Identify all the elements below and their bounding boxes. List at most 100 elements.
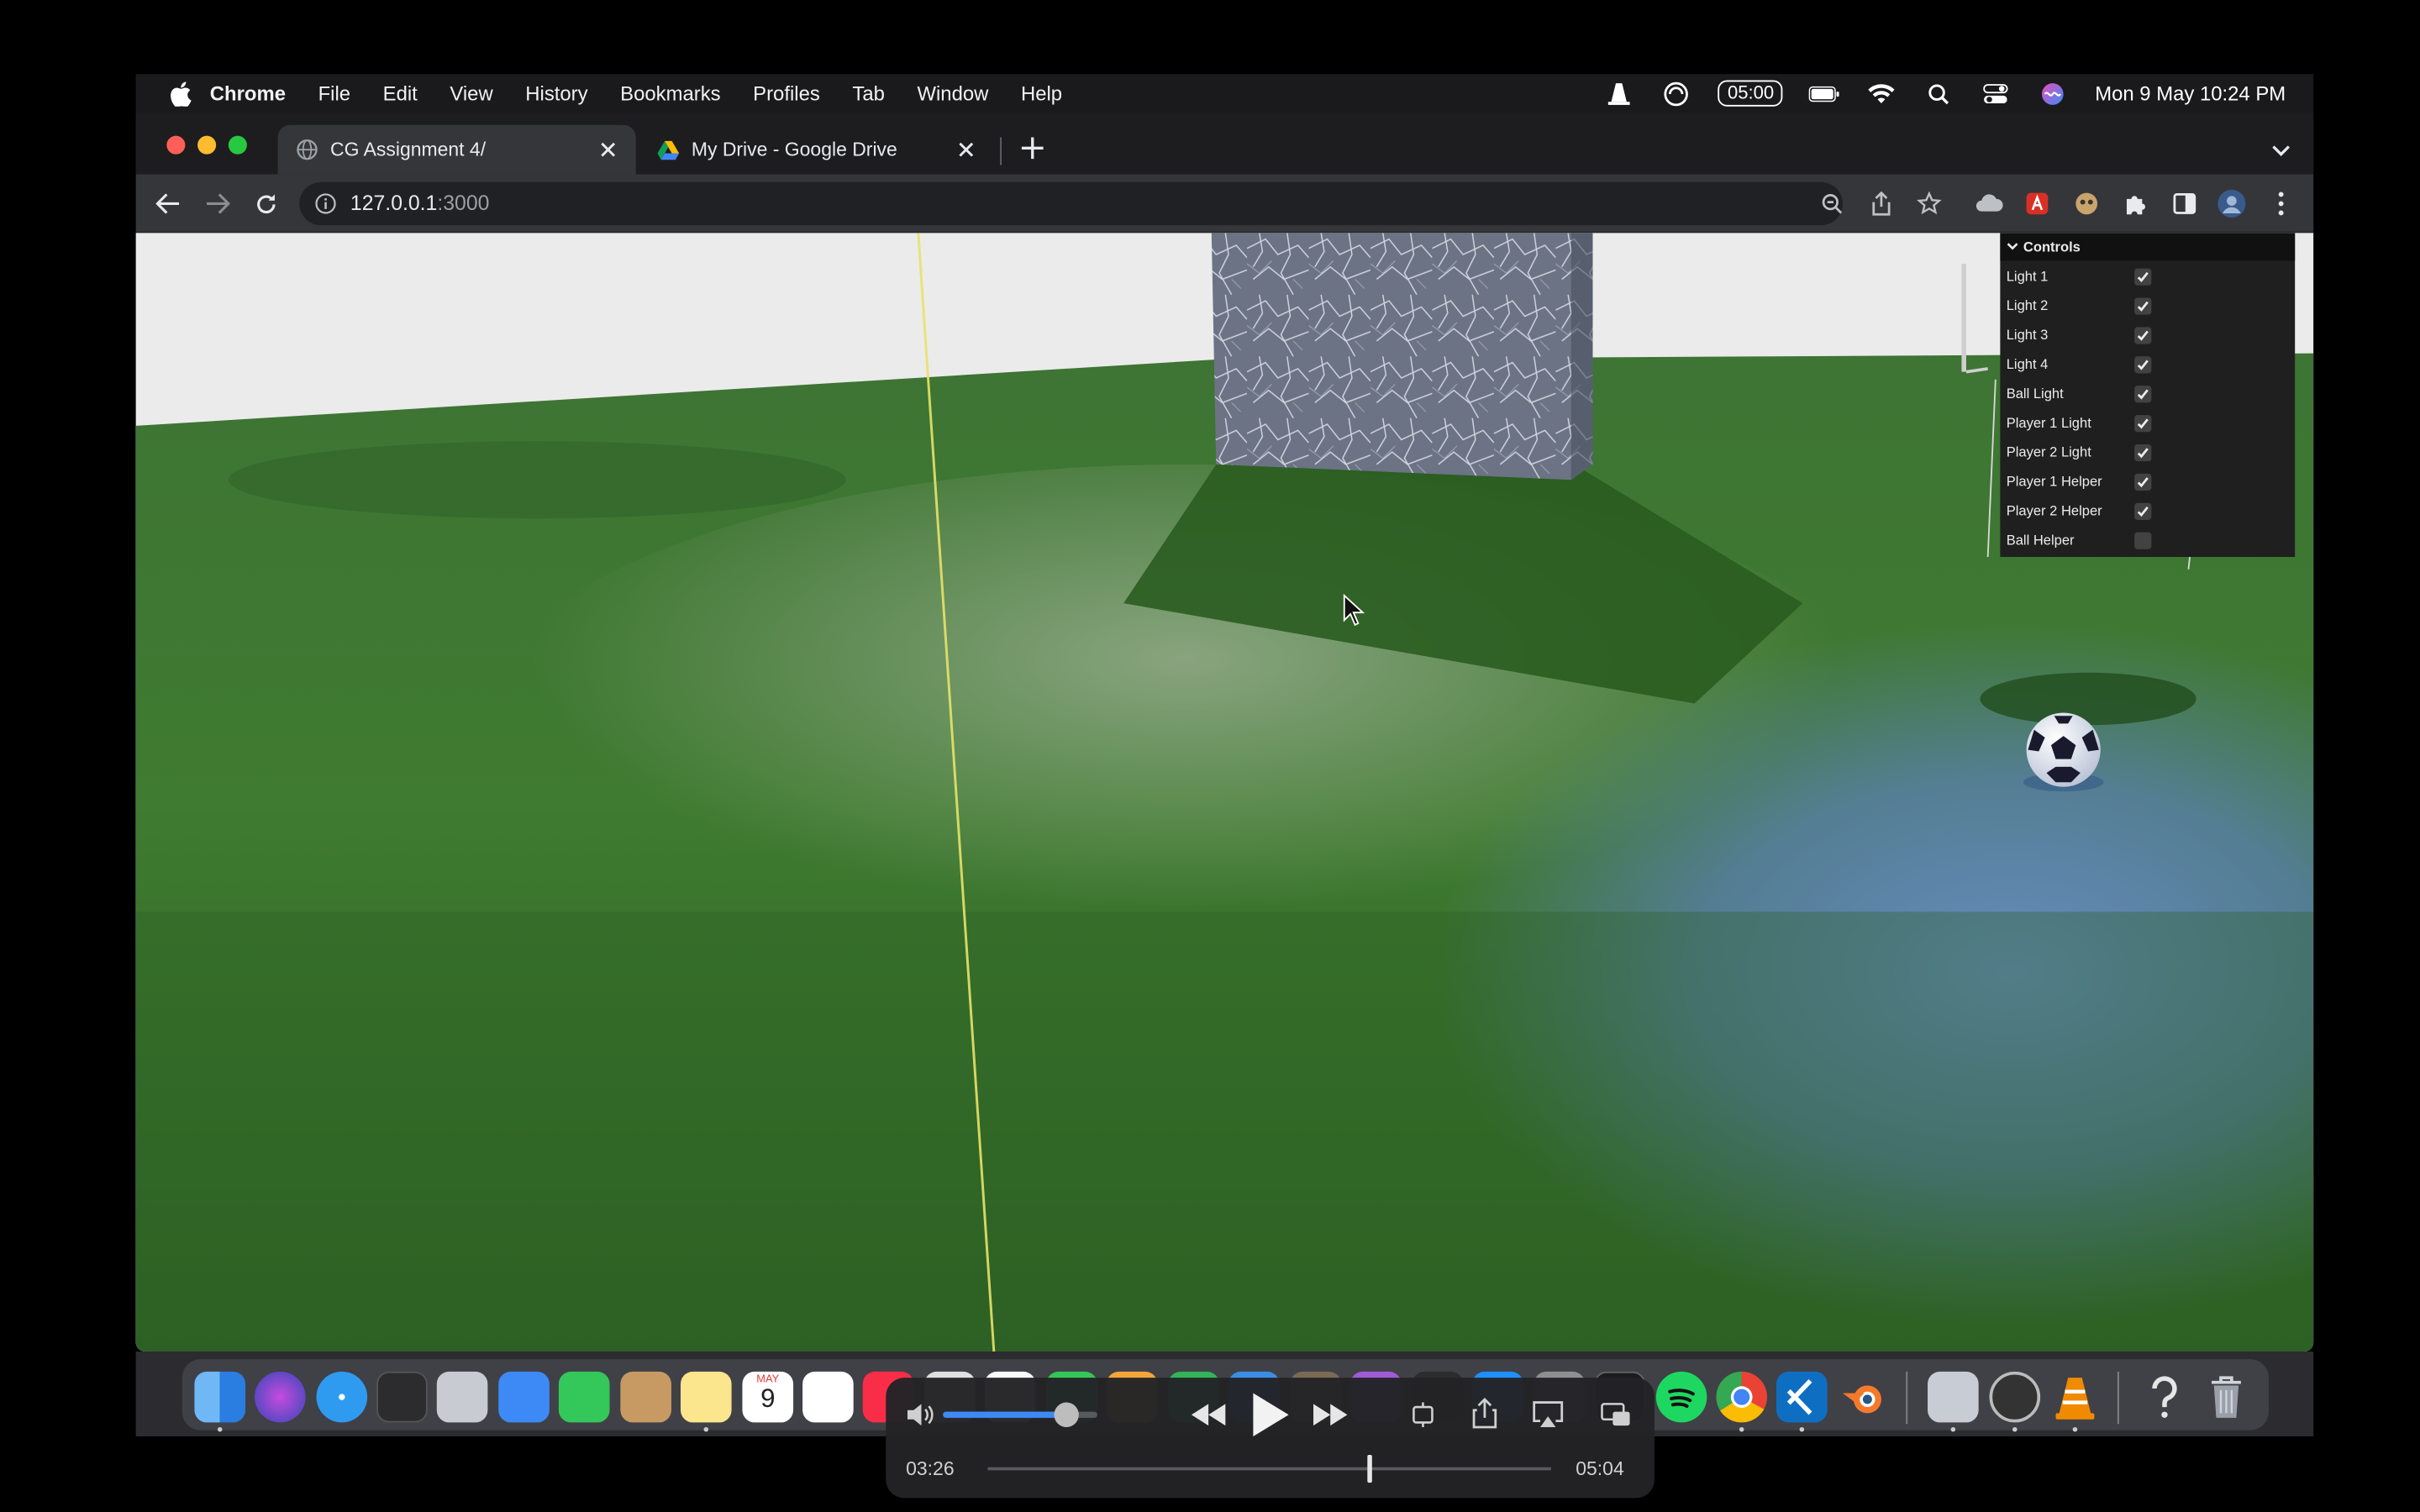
control-light-4[interactable]: Light 4: [2000, 349, 2295, 378]
menu-history[interactable]: History: [525, 81, 587, 105]
checkbox-player-1-helper[interactable]: [2134, 473, 2152, 491]
volume-knob[interactable]: [1054, 1402, 1079, 1427]
extension-red-icon[interactable]: [2023, 190, 2051, 218]
vlc-cone-icon[interactable]: [1604, 81, 1635, 105]
tab-search-chevron-icon[interactable]: [2270, 139, 2292, 157]
calendar-icon[interactable]: MAY 9: [742, 1371, 794, 1423]
blender-icon[interactable]: [1839, 1372, 1890, 1423]
back-arrow-icon[interactable]: [155, 190, 182, 218]
webgl-canvas[interactable]: Controls Light 1 Light 2 Light 3 Light 4: [135, 233, 2314, 1352]
trim-icon[interactable]: [1407, 1399, 1439, 1431]
checkbox-light-1[interactable]: [2134, 268, 2152, 286]
mail-icon[interactable]: [498, 1371, 550, 1423]
reload-icon[interactable]: [251, 190, 279, 218]
control-light-3[interactable]: Light 3: [2000, 319, 2295, 349]
siri-icon[interactable]: [2038, 81, 2069, 105]
site-info-icon[interactable]: [315, 193, 337, 215]
playback-scrubber[interactable]: [987, 1455, 1551, 1483]
facetime-icon[interactable]: [558, 1371, 610, 1423]
menu-edit[interactable]: Edit: [383, 81, 418, 105]
extension-face-icon[interactable]: [2073, 190, 2101, 218]
help-question-icon[interactable]: [2139, 1372, 2191, 1423]
rewind-icon[interactable]: [1188, 1399, 1228, 1431]
checkbox-light-2[interactable]: [2134, 297, 2152, 315]
checkbox-light-4[interactable]: [2134, 356, 2152, 374]
control-ball-light[interactable]: Ball Light: [2000, 378, 2295, 407]
menu-bar-clock[interactable]: Mon 9 May 10:24 PM: [2095, 81, 2286, 105]
safari-icon[interactable]: [316, 1371, 368, 1423]
play-icon[interactable]: [1247, 1390, 1293, 1440]
chrome-menu-icon[interactable]: [2267, 190, 2295, 218]
picture-in-picture-icon[interactable]: [1599, 1399, 1633, 1431]
menu-file[interactable]: File: [318, 81, 350, 105]
control-ball-helper[interactable]: Ball Helper: [2000, 524, 2295, 554]
menu-help[interactable]: Help: [1021, 81, 1062, 105]
volume-slider[interactable]: [943, 1402, 1097, 1427]
window-zoom-button[interactable]: [228, 135, 247, 155]
spotify-icon[interactable]: [1655, 1371, 1707, 1423]
siri-dock-icon[interactable]: [255, 1371, 306, 1423]
menu-profiles[interactable]: Profiles: [753, 81, 820, 105]
control-light-1[interactable]: Light 1: [2000, 260, 2295, 290]
menu-app-name[interactable]: Chrome: [210, 81, 286, 105]
airplay-icon[interactable]: [1531, 1399, 1565, 1431]
volume-speaker-icon[interactable]: [904, 1399, 935, 1431]
tab-google-drive[interactable]: My Drive - Google Drive: [639, 125, 993, 175]
close-tab-icon[interactable]: [596, 137, 620, 161]
zoom-magnifier-icon[interactable]: [1818, 190, 1846, 218]
address-bar[interactable]: 127.0.0.1:3000: [299, 181, 1844, 226]
tab-cg-assignment[interactable]: CG Assignment 4/: [277, 124, 636, 175]
window-close-button[interactable]: [166, 135, 186, 155]
checkbox-player-2-helper[interactable]: [2134, 502, 2152, 520]
control-player-2-light[interactable]: Player 2 Light: [2000, 437, 2295, 466]
wifi-icon[interactable]: [1866, 81, 1897, 105]
profile-avatar[interactable]: [2217, 189, 2246, 218]
contacts-icon[interactable]: [620, 1371, 671, 1423]
battery-icon[interactable]: [1809, 81, 1840, 105]
playhead[interactable]: [1368, 1455, 1373, 1483]
chrome-dock-icon[interactable]: [1716, 1371, 1768, 1423]
launchpad-icon[interactable]: [436, 1371, 488, 1423]
trash-icon[interactable]: [2201, 1372, 2252, 1423]
checkbox-ball-helper[interactable]: [2134, 532, 2152, 549]
notes-icon[interactable]: [680, 1371, 732, 1423]
forward-arrow-icon[interactable]: [203, 190, 231, 218]
control-center-icon[interactable]: [1981, 81, 2012, 105]
side-panel-icon[interactable]: [2170, 190, 2197, 218]
preview-icon[interactable]: [1928, 1371, 1979, 1423]
apple-icon[interactable]: [166, 80, 194, 108]
mission-control-icon[interactable]: [376, 1371, 428, 1423]
extensions-puzzle-icon[interactable]: [2122, 190, 2149, 218]
vlc-icon[interactable]: [2049, 1372, 2101, 1423]
timer-badge[interactable]: 05:00: [1718, 80, 1784, 107]
share-icon[interactable]: [1867, 190, 1895, 218]
checkbox-ball-light[interactable]: [2134, 386, 2152, 403]
control-light-2[interactable]: Light 2: [2000, 290, 2295, 319]
new-tab-icon[interactable]: [1020, 136, 1044, 160]
checkbox-light-3[interactable]: [2134, 327, 2152, 344]
control-player-2-helper[interactable]: Player 2 Helper: [2000, 496, 2295, 525]
reminders-icon[interactable]: [802, 1371, 854, 1423]
menu-view[interactable]: View: [450, 81, 492, 105]
screen-share-icon[interactable]: [1661, 81, 1692, 106]
controls-title-bar[interactable]: Controls: [2000, 233, 2296, 261]
bookmark-star-icon[interactable]: [1915, 190, 1943, 218]
checkbox-player-2-light[interactable]: [2134, 444, 2152, 462]
close-tab-icon[interactable]: [954, 137, 978, 161]
menu-bookmarks[interactable]: Bookmarks: [620, 81, 720, 105]
spotlight-search-icon[interactable]: [1923, 81, 1954, 105]
checkbox-player-1-light[interactable]: [2134, 415, 2152, 433]
control-label: Ball Helper: [2006, 531, 2075, 548]
finder-icon[interactable]: [194, 1371, 246, 1423]
share-icon[interactable]: [1470, 1396, 1501, 1430]
menu-tab[interactable]: Tab: [852, 81, 885, 105]
menu-window[interactable]: Window: [917, 81, 988, 105]
screen-recorder-icon[interactable]: [1989, 1371, 2041, 1423]
control-player-1-light[interactable]: Player 1 Light: [2000, 407, 2295, 437]
fast-forward-icon[interactable]: [1310, 1399, 1350, 1431]
vscode-icon[interactable]: [1776, 1371, 1828, 1423]
url-text[interactable]: 127.0.0.1:3000: [350, 192, 490, 215]
extension-cloud-icon[interactable]: [1975, 190, 2003, 218]
window-minimize-button[interactable]: [197, 135, 217, 155]
control-player-1-helper[interactable]: Player 1 Helper: [2000, 466, 2295, 496]
